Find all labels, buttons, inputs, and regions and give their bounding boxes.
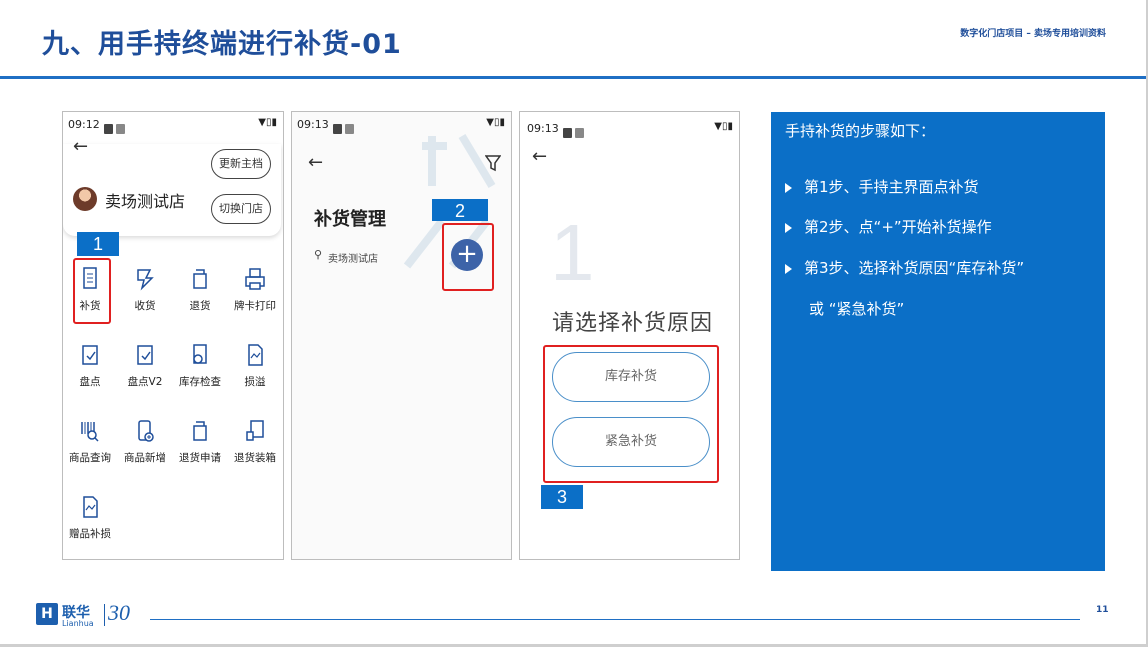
footer-divider (150, 619, 1080, 620)
menu-item-inventory[interactable]: 盘点 (67, 342, 113, 389)
bullet-arrow-icon (785, 263, 792, 274)
step-badge-3: 3 (541, 485, 583, 509)
menu-item-return-packing[interactable]: 退货装箱 (232, 418, 278, 465)
location-pin-icon: ⚲ (314, 248, 323, 261)
menu-label: 赠品补损 (69, 528, 111, 540)
restock-icon (83, 267, 97, 289)
status-icons (101, 118, 125, 137)
menu-item-loss[interactable]: 损溢 (232, 342, 278, 389)
step-text: 第1步、手持主界面点补货 (804, 178, 979, 196)
step-3-continuation: 或 “紧急补货” (809, 300, 905, 318)
stock-restock-button[interactable]: 库存补货 (552, 352, 710, 402)
menu-label: 盘点 (79, 376, 101, 388)
slide-title: 九、用手持终端进行补货-01 (42, 29, 402, 60)
menu-item-product-search[interactable]: 商品查询 (67, 418, 113, 465)
company-logo: H 联华 Lianhua 30 (36, 600, 146, 630)
step-text: 第2步、点“+”开始补货操作 (804, 218, 992, 236)
step-badge-2: 2 (432, 199, 488, 221)
step-2: 第2步、点“+”开始补货操作 (785, 216, 992, 237)
menu-item-gift-loss[interactable]: 赠品补损 (67, 494, 113, 541)
status-time: 09:12 (68, 118, 100, 131)
location-text: 卖场测试店 (328, 254, 378, 265)
loss-icon (248, 344, 263, 366)
barcode-search-icon (81, 422, 99, 442)
menu-item-label-print[interactable]: 牌卡打印 (232, 266, 278, 313)
status-icons (560, 122, 584, 141)
receive-icon (137, 269, 154, 291)
return-icon (193, 269, 207, 289)
add-product-icon (138, 420, 154, 442)
page-number: 11 (1096, 605, 1109, 615)
return-request-icon (193, 421, 207, 441)
reason-prompt: 请选择补货原因 (552, 311, 714, 336)
printer-icon (245, 268, 265, 290)
step-1: 第1步、手持主界面点补货 (785, 176, 979, 197)
page-title: 补货管理 (314, 209, 386, 230)
battery-icon: ▼▯▮ (714, 121, 733, 132)
logo-30-anniversary: 30 (108, 600, 130, 625)
battery-icon: ▼▯▮ (486, 117, 505, 128)
phone-restock-management: 09:13 ▼▯▮ ← 补货管理 ⚲ 卖场测试店 2 + (291, 111, 512, 560)
menu-item-add-product[interactable]: 商品新增 (122, 418, 168, 465)
stock-check-icon (193, 344, 207, 364)
menu-label: 退货装箱 (234, 452, 276, 464)
menu-label: 商品新增 (124, 452, 166, 464)
instruction-heading: 手持补货的步骤如下： (785, 122, 936, 140)
store-name: 卖场测试店 (105, 192, 186, 211)
filter-icon[interactable] (485, 154, 501, 172)
title-divider (0, 76, 1148, 79)
status-icons (330, 118, 354, 137)
menu-item-receive[interactable]: 收货 (122, 266, 168, 313)
menu-label: 收货 (134, 300, 156, 312)
menu-label: 损溢 (244, 376, 266, 388)
phone-home-screen: 09:12 ▼▯▮ ← 更新主档 切换门店 卖场测试店 1 补货 收货 退货 牌… (62, 111, 284, 560)
logo-divider (104, 604, 105, 626)
menu-item-restock[interactable]: 补货 (67, 266, 113, 313)
menu-item-return-request[interactable]: 退货申请 (177, 418, 223, 465)
logo-mark-icon: H (36, 603, 58, 625)
back-arrow-icon[interactable]: ← (532, 146, 547, 167)
switch-store-button[interactable]: 切换门店 (211, 194, 271, 224)
menu-label: 库存检查 (179, 376, 221, 388)
status-time: 09:13 (527, 122, 559, 135)
gift-loss-icon (83, 496, 98, 518)
bullet-arrow-icon (785, 222, 792, 233)
battery-icon: ▼▯▮ (258, 117, 277, 128)
avatar (73, 187, 97, 211)
menu-label: 牌卡打印 (234, 300, 276, 312)
step-badge-1: 1 (77, 232, 119, 256)
slide-subtitle: 数字化门店项目 – 卖场专用培训资料 (960, 29, 1106, 39)
menu-item-stock-check[interactable]: 库存检查 (177, 342, 223, 389)
update-master-button[interactable]: 更新主档 (211, 149, 271, 179)
menu-label: 退货申请 (179, 452, 221, 464)
inventory-v2-icon (137, 345, 153, 365)
menu-label: 退货 (189, 300, 211, 312)
step-3: 第3步、选择补货原因“库存补货” (785, 257, 1024, 278)
menu-label: 商品查询 (69, 452, 111, 464)
menu-item-inventory-v2[interactable]: 盘点V2 (122, 342, 168, 389)
logo-english: Lianhua (62, 619, 94, 628)
urgent-restock-button[interactable]: 紧急补货 (552, 417, 710, 467)
add-restock-button[interactable]: + (451, 239, 483, 271)
bullet-arrow-icon (785, 182, 792, 193)
watermark-number: 1 (550, 208, 595, 297)
menu-item-return[interactable]: 退货 (177, 266, 223, 313)
return-packing-icon (246, 420, 264, 441)
step-text: 第3步、选择补货原因“库存补货” (804, 259, 1025, 277)
inventory-icon (82, 345, 98, 365)
back-arrow-icon[interactable]: ← (308, 152, 323, 173)
status-time: 09:13 (297, 118, 329, 131)
menu-label: 盘点V2 (127, 376, 163, 388)
menu-label: 补货 (79, 300, 101, 312)
instruction-panel: 手持补货的步骤如下： 第1步、手持主界面点补货 第2步、点“+”开始补货操作 第… (771, 112, 1105, 571)
